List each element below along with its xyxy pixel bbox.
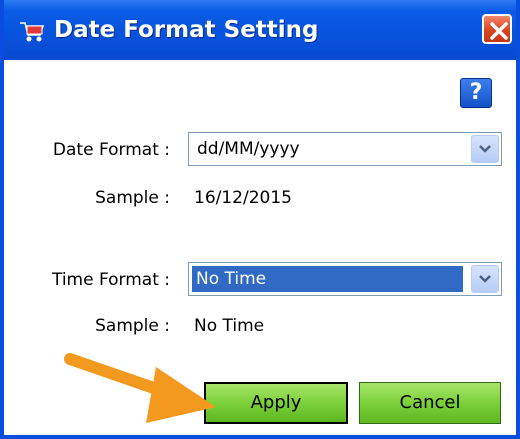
cart-icon [18, 20, 46, 44]
help-icon: ? [469, 80, 483, 105]
time-sample-value: No Time [194, 316, 265, 336]
time-format-label: Time Format : [51, 270, 170, 290]
help-button[interactable]: ? [460, 78, 492, 108]
time-format-value: No Time [191, 265, 464, 293]
close-icon [490, 22, 508, 40]
close-button[interactable] [482, 14, 512, 44]
chevron-down-icon [479, 275, 491, 283]
date-format-value: dd/MM/yyyy [197, 139, 300, 159]
date-format-label: Date Format : [52, 140, 170, 160]
date-format-select[interactable]: dd/MM/yyyy [188, 132, 502, 166]
arrow-annotation [64, 353, 216, 423]
date-sample-label: Sample : [95, 188, 170, 208]
time-format-dropdown-button[interactable] [471, 265, 499, 293]
time-sample-label: Sample : [95, 316, 170, 336]
dialog-window: Date Format Setting ? Date Format : dd/M… [0, 0, 520, 439]
cancel-button[interactable]: Cancel [359, 382, 501, 424]
date-format-dropdown-button[interactable] [471, 135, 499, 163]
window-title: Date Format Setting [54, 17, 319, 43]
date-sample-value: 16/12/2015 [194, 188, 292, 208]
title-bar[interactable]: Date Format Setting [4, 0, 516, 60]
chevron-down-icon [479, 145, 491, 153]
time-format-select[interactable]: No Time [188, 262, 502, 296]
